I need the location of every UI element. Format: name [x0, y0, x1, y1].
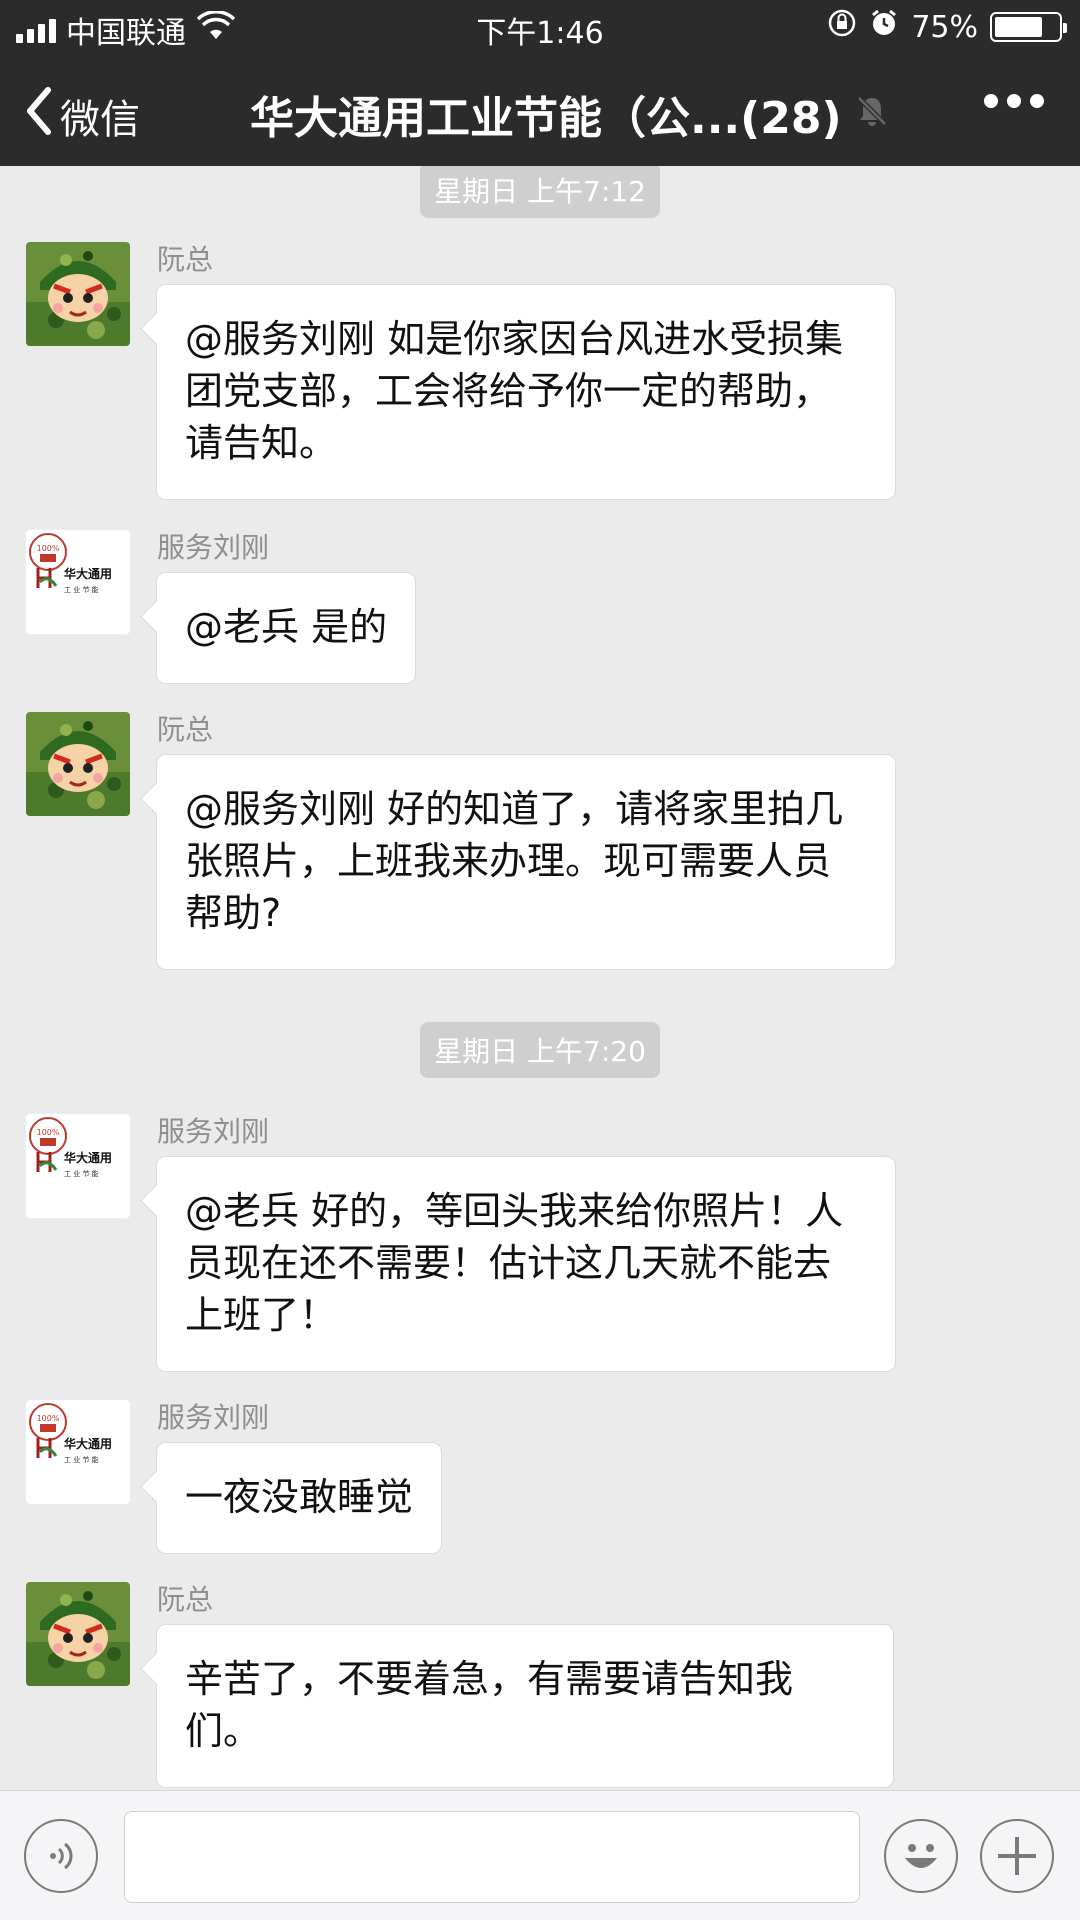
- sender-name: 阮总: [157, 713, 214, 746]
- battery-fill: [995, 17, 1042, 37]
- svg-text:华大通用: 华大通用: [64, 1150, 112, 1165]
- sender-name: 阮总: [157, 243, 214, 276]
- company-logo-avatar-icon: 100% 华大通用 工 业 节 能: [26, 1400, 130, 1504]
- svg-text:工 业 节 能: 工 业 节 能: [64, 1455, 99, 1464]
- emoji-button[interactable]: [884, 1819, 958, 1893]
- back-button[interactable]: 微信: [22, 84, 140, 148]
- emoji-icon: [905, 1844, 937, 1868]
- svg-text:华大通用: 华大通用: [64, 566, 112, 581]
- voice-button[interactable]: [24, 1819, 98, 1893]
- chevron-left-icon: [22, 84, 56, 148]
- sender-name: 服务刘刚: [157, 531, 270, 564]
- avatar-ruan[interactable]: [26, 712, 130, 816]
- timestamp-label: 星期日 上午7:20: [420, 1022, 660, 1078]
- alarm-icon: [869, 8, 899, 46]
- timestamp-label: 星期日 上午7:12: [420, 166, 660, 218]
- timestamp: 星期日 上午7:12: [0, 166, 1080, 218]
- soldier-avatar-icon: [26, 1582, 130, 1686]
- sender-name: 服务刘刚: [157, 1115, 270, 1148]
- back-label: 微信: [60, 97, 140, 143]
- avatar-ruan[interactable]: [26, 1582, 130, 1686]
- avatar-liugang[interactable]: 100% 华大通用 工 业 节 能: [26, 530, 130, 634]
- sender-name: 服务刘刚: [157, 1401, 270, 1434]
- svg-text:工 业 节 能: 工 业 节 能: [64, 585, 99, 594]
- bell-off-icon: [854, 89, 890, 140]
- plus-button[interactable]: [980, 1819, 1054, 1893]
- nav-bar: 微信 华大通用工业节能（公...(28): [0, 66, 1080, 166]
- voice-icon: [50, 1842, 73, 1870]
- message-input[interactable]: [124, 1811, 860, 1903]
- soldier-avatar-icon: [26, 712, 130, 816]
- avatar-ruan[interactable]: [26, 242, 130, 346]
- timestamp: 星期日 上午7:20: [0, 1022, 1080, 1078]
- soldier-avatar-icon: [26, 242, 130, 346]
- chat-area[interactable]: 星期日 上午7:12 阮总 @服务刘刚 如是你家因台风进水受损集团党支部，工会将…: [0, 166, 1080, 1790]
- status-bar: 中国联通 下午1:46 75%: [0, 0, 1080, 56]
- avatar-liugang[interactable]: 100% 华大通用 工 业 节 能: [26, 1114, 130, 1218]
- status-right: 75%: [827, 8, 1067, 46]
- rotation-lock-icon: [827, 8, 857, 46]
- svg-text:100%: 100%: [37, 544, 60, 553]
- message-bubble[interactable]: 辛苦了，不要着急，有需要请告知我们。: [156, 1624, 894, 1788]
- battery-percent: 75%: [911, 9, 978, 45]
- chat-title[interactable]: 华大通用工业节能（公...(28): [250, 82, 890, 146]
- battery-icon: [990, 12, 1067, 42]
- avatar-liugang[interactable]: 100% 华大通用 工 业 节 能: [26, 1400, 130, 1504]
- plus-icon: [998, 1837, 1036, 1875]
- company-logo-avatar-icon: 100% 华大通用 工 业 节 能: [26, 1114, 130, 1218]
- top-bar: 中国联通 下午1:46 75% 微信 华大通用工业节能（公...(28): [0, 0, 1080, 166]
- message-bubble[interactable]: @服务刘刚 好的知道了，请将家里拍几张照片，上班我来办理。现可需要人员帮助?: [156, 754, 896, 970]
- chat-title-text: 华大通用工业节能（公...(28): [250, 93, 842, 144]
- svg-text:华大通用: 华大通用: [64, 1436, 112, 1451]
- message-bubble[interactable]: @服务刘刚 如是你家因台风进水受损集团党支部，工会将给予你一定的帮助，请告知。: [156, 284, 896, 500]
- message-bubble[interactable]: @老兵 是的: [156, 572, 417, 684]
- company-logo-avatar-icon: 100% 华大通用 工 业 节 能: [26, 530, 130, 634]
- input-bar: [0, 1790, 1080, 1920]
- svg-text:100%: 100%: [37, 1414, 60, 1423]
- message-bubble[interactable]: 一夜没敢睡觉: [156, 1442, 443, 1554]
- svg-text:工 业 节 能: 工 业 节 能: [64, 1169, 99, 1178]
- message-bubble[interactable]: @老兵 好的，等回头我来给你照片！人员现在还不需要！估计这几天就不能去上班了！: [156, 1156, 896, 1372]
- more-dots-icon[interactable]: [984, 94, 1044, 108]
- sender-name: 阮总: [157, 1583, 214, 1616]
- svg-text:100%: 100%: [37, 1128, 60, 1137]
